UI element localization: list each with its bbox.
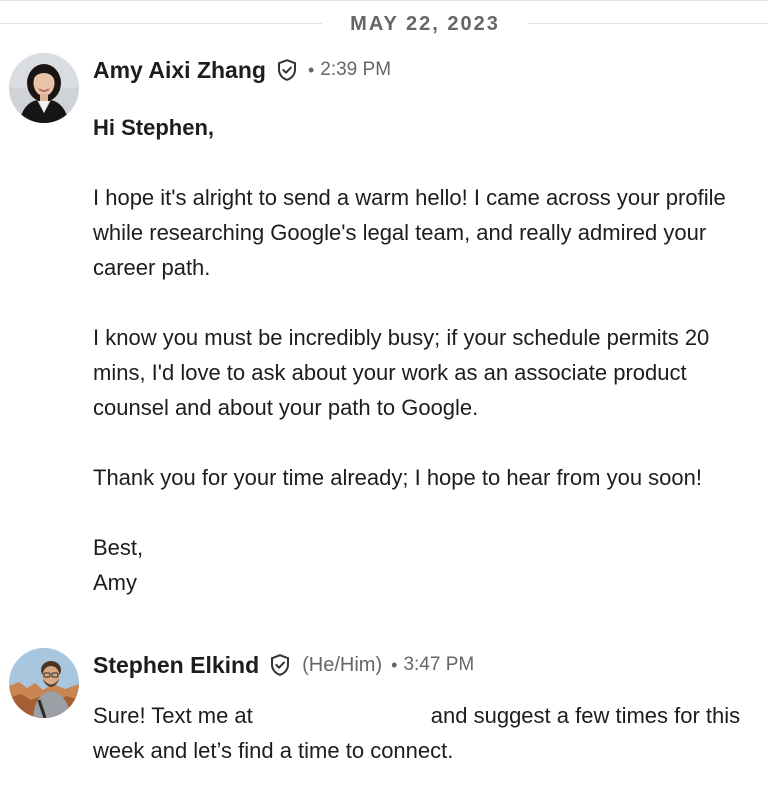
date-divider-label: MAY 22, 2023 bbox=[350, 13, 500, 35]
paragraph-3: Thank you for your time already; I hope … bbox=[93, 465, 702, 490]
message-header-amy: Amy Aixi Zhang • 2:39 PM bbox=[93, 54, 391, 86]
paragraph-1: I hope it's alright to send a warm hello… bbox=[93, 185, 726, 280]
verified-shield-icon bbox=[275, 58, 299, 82]
greeting: Hi Stephen, bbox=[93, 115, 215, 140]
message-time-stephen: 3:47 PM bbox=[403, 654, 475, 675]
verified-shield-icon bbox=[268, 653, 292, 677]
date-divider: MAY 22, 2023 bbox=[0, 10, 768, 38]
avatar-amy[interactable] bbox=[9, 53, 79, 123]
sender-name-stephen[interactable]: Stephen Elkind bbox=[93, 652, 259, 679]
signoff: Best, bbox=[93, 535, 144, 560]
message-time-amy: 2:39 PM bbox=[320, 59, 392, 80]
sender-name-amy[interactable]: Amy Aixi Zhang bbox=[93, 57, 266, 84]
message-header-stephen: Stephen Elkind (He/Him) • 3:47 PM bbox=[93, 649, 474, 681]
reply-text-before: Sure! Text me at bbox=[93, 703, 253, 728]
message-body-stephen: Sure! Text me at and suggest a few times … bbox=[93, 698, 763, 768]
top-border bbox=[0, 0, 768, 1]
paragraph-2: I know you must be incredibly busy; if y… bbox=[93, 325, 710, 420]
divider-line-right bbox=[528, 23, 768, 24]
meta-separator: • bbox=[307, 59, 315, 80]
signature: Amy bbox=[93, 570, 137, 595]
divider-line-left bbox=[0, 23, 322, 24]
meta-separator: • bbox=[391, 654, 398, 675]
redacted-phone-number bbox=[253, 713, 431, 723]
pronouns: (He/Him) bbox=[302, 653, 383, 676]
avatar-stephen[interactable] bbox=[9, 648, 79, 718]
message-body-amy: Hi Stephen, I hope it's alright to send … bbox=[93, 110, 763, 600]
